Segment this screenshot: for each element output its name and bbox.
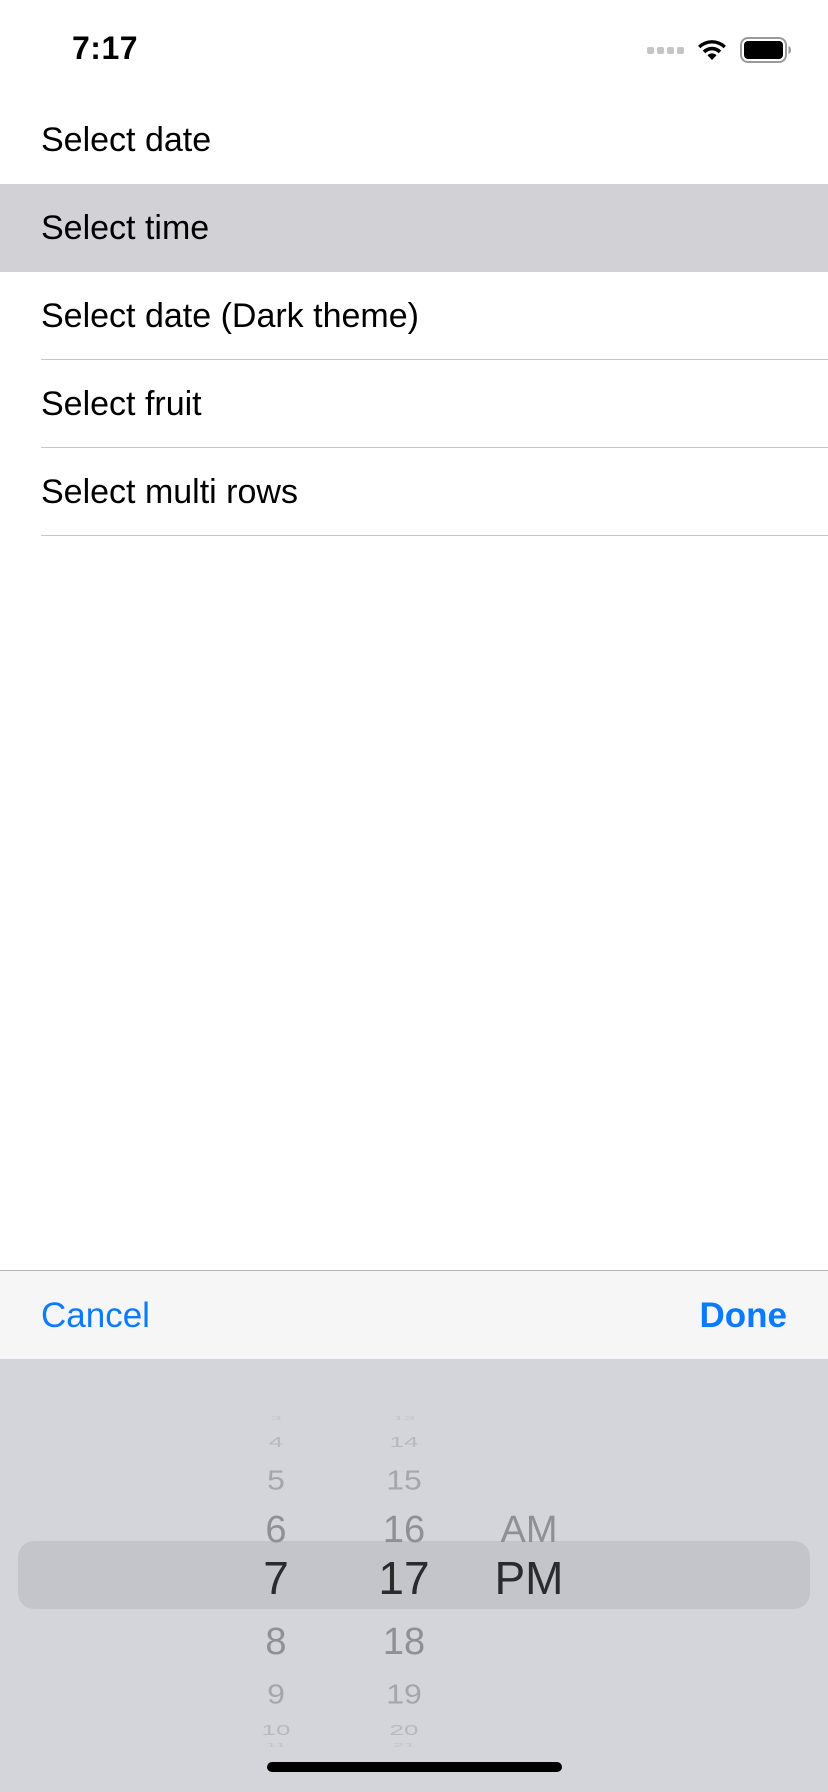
hour-option[interactable]: 10 (216, 1722, 336, 1739)
list-item-select-date[interactable]: Select date (0, 96, 828, 184)
done-button[interactable]: Done (700, 1271, 788, 1360)
ampm-option-selected[interactable]: PM (469, 1551, 589, 1605)
minute-option[interactable]: 21 (344, 1743, 464, 1749)
ampm-option[interactable]: AM (469, 1509, 589, 1552)
minute-option[interactable]: 15 (344, 1464, 464, 1497)
hour-option[interactable]: 9 (216, 1678, 336, 1711)
list-item-label: Select fruit (41, 385, 202, 423)
status-time: 7:17 (72, 30, 139, 66)
status-bar: 7:17 (0, 0, 828, 96)
time-picker[interactable]: 3 4 5 6 7 8 9 10 11 13 14 15 16 17 18 19… (0, 1359, 828, 1792)
hour-option[interactable]: 4 (216, 1434, 336, 1451)
list-item-select-fruit[interactable]: Select fruit (0, 360, 828, 448)
list-item-label: Select date (41, 121, 212, 159)
option-list: Select date Select time Select date (Dar… (0, 96, 828, 536)
hour-option[interactable]: 5 (216, 1464, 336, 1497)
hour-wheel[interactable]: 3 4 5 6 7 8 9 10 11 (216, 1359, 336, 1792)
minute-option[interactable]: 16 (344, 1509, 464, 1552)
list-item-label: Select multi rows (41, 473, 298, 511)
minute-option[interactable]: 19 (344, 1678, 464, 1711)
list-item-select-time[interactable]: Select time (0, 184, 828, 272)
hour-option[interactable]: 6 (216, 1509, 336, 1552)
list-item-label: Select date (Dark theme) (41, 297, 419, 335)
signal-dots-icon (647, 46, 684, 54)
wifi-icon (698, 40, 726, 60)
hour-option-selected[interactable]: 7 (216, 1551, 336, 1605)
list-item-select-multi-rows[interactable]: Select multi rows (0, 448, 828, 536)
minute-option[interactable]: 14 (344, 1434, 464, 1451)
row-separator (41, 535, 828, 536)
picker-toolbar: Cancel Done (0, 1270, 828, 1359)
list-item-select-date-dark-theme[interactable]: Select date (Dark theme) (0, 272, 828, 360)
minute-wheel[interactable]: 13 14 15 16 17 18 19 20 21 (344, 1359, 464, 1792)
status-icons (647, 36, 792, 64)
hour-option[interactable]: 3 (216, 1416, 336, 1422)
ampm-wheel[interactable]: AM PM (469, 1359, 589, 1792)
minute-option[interactable]: 20 (344, 1722, 464, 1739)
home-indicator[interactable] (267, 1762, 562, 1772)
list-item-label: Select time (41, 209, 210, 247)
hour-option[interactable]: 8 (216, 1621, 336, 1664)
minute-option[interactable]: 18 (344, 1621, 464, 1664)
minute-option-selected[interactable]: 17 (344, 1551, 464, 1605)
hour-option[interactable]: 11 (216, 1743, 336, 1749)
battery-icon (740, 37, 791, 63)
cancel-button[interactable]: Cancel (41, 1271, 150, 1360)
minute-option[interactable]: 13 (344, 1416, 464, 1422)
